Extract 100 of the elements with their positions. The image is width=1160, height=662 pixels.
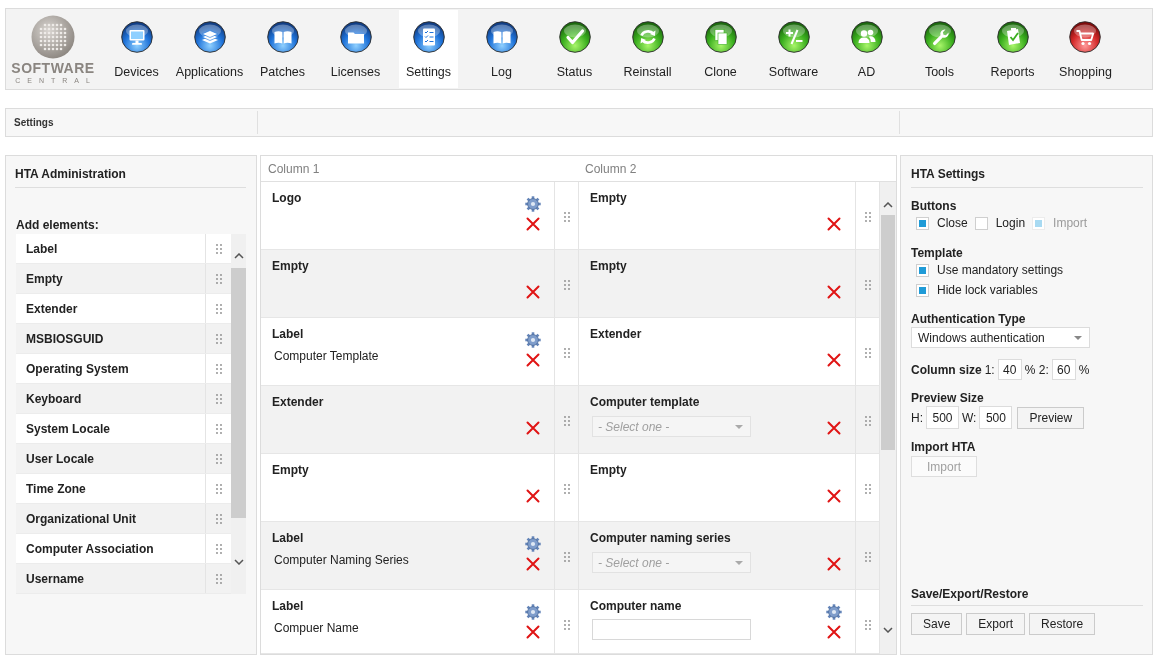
element-item[interactable]: Empty — [16, 264, 231, 294]
drag-handle-icon[interactable] — [864, 484, 871, 494]
element-item[interactable]: Computer Association — [16, 534, 231, 564]
gear-icon[interactable] — [525, 604, 541, 620]
drag-handle-icon[interactable] — [215, 423, 222, 434]
gear-icon[interactable] — [525, 196, 541, 212]
column-header: Column 2 — [585, 161, 637, 176]
drag-handle-icon[interactable] — [215, 543, 222, 554]
element-item[interactable]: User Locale — [16, 444, 231, 474]
section-heading: Preview Size — [911, 390, 985, 406]
column-size-field[interactable]: 60 — [1051, 359, 1076, 380]
users-icon — [850, 21, 883, 53]
drag-handle-icon[interactable] — [215, 303, 222, 314]
input-field[interactable] — [592, 619, 751, 640]
drag-handle-icon[interactable] — [215, 453, 222, 464]
drag-handle-icon[interactable] — [563, 620, 570, 630]
checkbox[interactable] — [916, 283, 929, 297]
drag-handle-icon[interactable] — [864, 416, 871, 426]
width-field[interactable]: 500 — [979, 406, 1013, 429]
breadcrumb-title: Settings — [14, 117, 54, 128]
drag-handle-icon[interactable] — [215, 393, 222, 404]
scrollbar-thumb[interactable] — [231, 268, 246, 518]
cell-text: Compuer Name — [274, 620, 359, 636]
scrollbar[interactable] — [231, 234, 246, 594]
toolbar-button[interactable]: Settings — [399, 10, 458, 88]
element-item[interactable]: Operating System — [16, 354, 231, 384]
layers-icon — [193, 21, 226, 53]
preview-button[interactable]: Preview — [1017, 406, 1085, 429]
element-item[interactable]: System Locale — [16, 414, 231, 444]
element-item[interactable]: Time Zone — [16, 474, 231, 504]
drag-handle-icon[interactable] — [215, 273, 222, 284]
checkbox[interactable] — [916, 216, 929, 230]
element-item[interactable]: Extender — [16, 294, 231, 324]
drag-handle-icon[interactable] — [864, 620, 871, 630]
drag-handle-icon[interactable] — [864, 212, 871, 222]
element-item[interactable]: Organizational Unit — [16, 504, 231, 534]
close-icon[interactable] — [526, 353, 540, 367]
cell-title: Empty — [590, 190, 627, 206]
cart-icon — [1069, 21, 1102, 53]
drag-handle-icon[interactable] — [563, 212, 570, 222]
close-icon[interactable] — [526, 217, 540, 231]
close-icon[interactable] — [827, 489, 841, 503]
cell-title: Logo — [272, 190, 302, 206]
gear-icon[interactable] — [525, 536, 541, 552]
cell-title: Extender — [272, 394, 324, 410]
chevron-down-icon[interactable] — [233, 559, 244, 565]
chevron-up-icon[interactable] — [233, 253, 244, 259]
section-heading: Import HTA — [911, 439, 977, 455]
column-header: Column 1 — [268, 161, 320, 176]
clipboard-check-icon — [996, 21, 1029, 53]
chevron-down-icon[interactable] — [883, 627, 893, 633]
close-icon[interactable] — [526, 489, 540, 503]
chevron-up-icon[interactable] — [883, 202, 893, 208]
cell-title: Empty — [272, 258, 309, 274]
drag-handle-icon[interactable] — [563, 416, 570, 426]
element-item[interactable]: Keyboard — [16, 384, 231, 414]
element-item[interactable]: Username — [16, 564, 231, 594]
checkbox[interactable] — [974, 216, 988, 230]
drag-handle-icon[interactable] — [864, 280, 871, 290]
drag-handle-icon[interactable] — [215, 243, 222, 254]
gear-icon[interactable] — [826, 604, 842, 620]
field-label: H: — [911, 410, 923, 425]
scrollbar-thumb[interactable] — [881, 215, 895, 450]
height-field[interactable]: 500 — [926, 406, 959, 429]
section-heading: Authentication Type — [911, 311, 1027, 327]
column-size-field[interactable]: 40 — [997, 359, 1022, 380]
scrollbar[interactable] — [880, 182, 896, 654]
drag-handle-icon[interactable] — [864, 552, 871, 562]
drag-handle-icon[interactable] — [563, 552, 570, 562]
drag-handle-icon[interactable] — [215, 363, 222, 374]
close-icon[interactable] — [827, 285, 841, 299]
checkbox-label: Hide lock variables — [937, 282, 1038, 298]
close-icon[interactable] — [827, 421, 841, 435]
element-item[interactable]: MSBIOSGUID — [16, 324, 231, 354]
close-icon[interactable] — [827, 557, 841, 571]
action-button[interactable]: Export — [966, 613, 1026, 635]
drag-handle-icon[interactable] — [215, 573, 222, 584]
element-item[interactable]: Label — [16, 234, 231, 264]
close-icon[interactable] — [827, 625, 841, 639]
action-button[interactable]: Restore — [1029, 613, 1096, 635]
drag-handle-icon[interactable] — [864, 348, 871, 358]
drag-handle-icon[interactable] — [563, 484, 570, 494]
drag-handle-icon[interactable] — [215, 333, 222, 344]
close-icon[interactable] — [526, 557, 540, 571]
close-icon[interactable] — [526, 421, 540, 435]
checkbox[interactable] — [916, 263, 929, 277]
action-button[interactable]: Save — [911, 613, 963, 635]
drag-handle-icon[interactable] — [215, 513, 222, 524]
close-icon[interactable] — [526, 285, 540, 299]
gear-icon[interactable] — [525, 332, 541, 348]
checkbox-label: Use mandatory settings — [937, 262, 1064, 278]
select-field[interactable]: Windows authentication — [911, 327, 1090, 348]
checkbox-label: Import — [1053, 215, 1088, 231]
cell-title: Empty — [272, 462, 309, 478]
close-icon[interactable] — [827, 353, 841, 367]
drag-handle-icon[interactable] — [563, 348, 570, 358]
drag-handle-icon[interactable] — [215, 483, 222, 494]
close-icon[interactable] — [526, 625, 540, 639]
drag-handle-icon[interactable] — [563, 280, 570, 290]
close-icon[interactable] — [827, 217, 841, 231]
